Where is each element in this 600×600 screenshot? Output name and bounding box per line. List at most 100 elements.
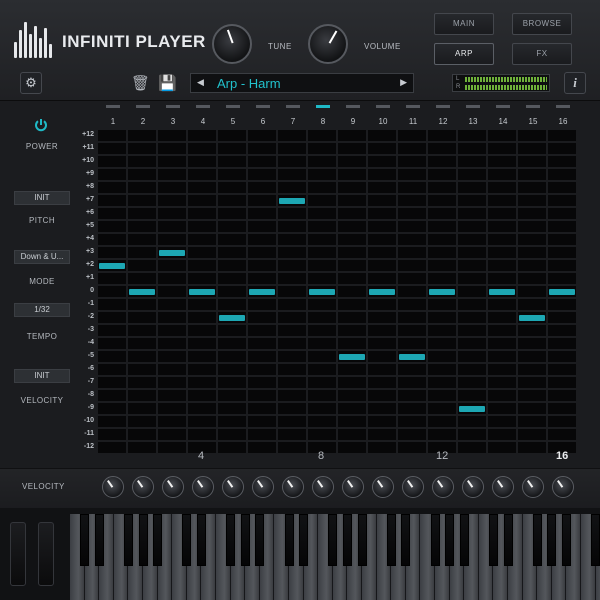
grid-cell[interactable]: [158, 208, 186, 219]
grid-cell[interactable]: [488, 416, 516, 427]
grid-cell[interactable]: [368, 403, 396, 414]
grid-cell[interactable]: [458, 312, 486, 323]
grid-cell[interactable]: [218, 195, 246, 206]
grid-cell[interactable]: [248, 429, 276, 440]
grid-cell[interactable]: [248, 260, 276, 271]
grid-cell[interactable]: [398, 221, 426, 232]
save-icon[interactable]: 💾: [158, 74, 177, 92]
grid-cell[interactable]: [428, 312, 456, 323]
velocity-knob[interactable]: [492, 476, 514, 498]
grid-cell[interactable]: [158, 325, 186, 336]
grid-cell[interactable]: [428, 156, 456, 167]
arp-note[interactable]: [279, 197, 305, 204]
arp-note[interactable]: [459, 405, 485, 412]
grid-cell[interactable]: [98, 364, 126, 375]
grid-cell[interactable]: [428, 299, 456, 310]
grid-cell[interactable]: [488, 403, 516, 414]
grid-cell[interactable]: [338, 312, 366, 323]
grid-cell[interactable]: [398, 247, 426, 258]
grid-cell[interactable]: [248, 338, 276, 349]
grid-cell[interactable]: [308, 403, 336, 414]
grid-cell[interactable]: [248, 234, 276, 245]
grid-cell[interactable]: [398, 299, 426, 310]
grid-cell[interactable]: [338, 260, 366, 271]
grid-cell[interactable]: [488, 143, 516, 154]
grid-cell[interactable]: [278, 221, 306, 232]
grid-cell[interactable]: [128, 156, 156, 167]
grid-cell[interactable]: [218, 208, 246, 219]
grid-cell[interactable]: [188, 273, 216, 284]
grid-cell[interactable]: [488, 312, 516, 323]
grid-cell[interactable]: [218, 247, 246, 258]
velocity-knob[interactable]: [162, 476, 184, 498]
grid-cell[interactable]: [368, 221, 396, 232]
grid-cell[interactable]: [218, 260, 246, 271]
grid-cell[interactable]: [98, 143, 126, 154]
grid-cell[interactable]: [368, 273, 396, 284]
grid-cell[interactable]: [398, 195, 426, 206]
grid-cell[interactable]: [428, 208, 456, 219]
grid-cell[interactable]: [548, 143, 576, 154]
grid-cell[interactable]: [158, 442, 186, 453]
grid-cell[interactable]: [428, 260, 456, 271]
grid-cell[interactable]: [488, 351, 516, 362]
preset-next-icon[interactable]: ▶: [400, 77, 407, 88]
grid-cell[interactable]: [488, 221, 516, 232]
grid-cell[interactable]: [458, 325, 486, 336]
grid-cell[interactable]: [458, 429, 486, 440]
grid-cell[interactable]: [128, 442, 156, 453]
grid-cell[interactable]: [338, 338, 366, 349]
velocity-knob[interactable]: [222, 476, 244, 498]
arp-note[interactable]: [339, 353, 365, 360]
black-key[interactable]: [328, 514, 338, 566]
power-icon[interactable]: [34, 118, 48, 132]
grid-cell[interactable]: [368, 312, 396, 323]
grid-cell[interactable]: [188, 247, 216, 258]
grid-cell[interactable]: [488, 260, 516, 271]
grid-cell[interactable]: [518, 286, 546, 297]
grid-cell[interactable]: [188, 312, 216, 323]
grid-cell[interactable]: [428, 403, 456, 414]
grid-cell[interactable]: [368, 364, 396, 375]
grid-cell[interactable]: [458, 130, 486, 141]
grid-cell[interactable]: [428, 325, 456, 336]
mod-wheel[interactable]: [38, 522, 54, 586]
grid-cell[interactable]: [548, 429, 576, 440]
grid-cell[interactable]: [368, 208, 396, 219]
grid-cell[interactable]: [518, 403, 546, 414]
grid-cell[interactable]: [338, 169, 366, 180]
pitch-init-button[interactable]: INIT: [14, 191, 70, 205]
tab-main[interactable]: MAIN: [434, 13, 494, 35]
grid-cell[interactable]: [278, 338, 306, 349]
grid-cell[interactable]: [368, 169, 396, 180]
grid-cell[interactable]: [278, 169, 306, 180]
grid-cell[interactable]: [128, 208, 156, 219]
grid-cell[interactable]: [248, 325, 276, 336]
grid-cell[interactable]: [278, 260, 306, 271]
grid-cell[interactable]: [98, 208, 126, 219]
grid-cell[interactable]: [158, 299, 186, 310]
grid-cell[interactable]: [98, 377, 126, 388]
grid-cell[interactable]: [458, 351, 486, 362]
black-key[interactable]: [591, 514, 600, 566]
grid-cell[interactable]: [398, 143, 426, 154]
grid-cell[interactable]: [458, 221, 486, 232]
grid-cell[interactable]: [128, 338, 156, 349]
grid-cell[interactable]: [218, 390, 246, 401]
grid-cell[interactable]: [248, 143, 276, 154]
grid-cell[interactable]: [338, 364, 366, 375]
grid-cell[interactable]: [158, 377, 186, 388]
grid-cell[interactable]: [398, 273, 426, 284]
grid-cell[interactable]: [398, 416, 426, 427]
grid-cell[interactable]: [98, 247, 126, 258]
grid-cell[interactable]: [218, 143, 246, 154]
grid-cell[interactable]: [188, 338, 216, 349]
grid-cell[interactable]: [398, 169, 426, 180]
grid-cell[interactable]: [128, 312, 156, 323]
grid-cell[interactable]: [398, 260, 426, 271]
grid-cell[interactable]: [278, 312, 306, 323]
grid-cell[interactable]: [548, 182, 576, 193]
grid-cell[interactable]: [518, 351, 546, 362]
black-key[interactable]: [547, 514, 557, 566]
arp-note[interactable]: [429, 288, 455, 295]
